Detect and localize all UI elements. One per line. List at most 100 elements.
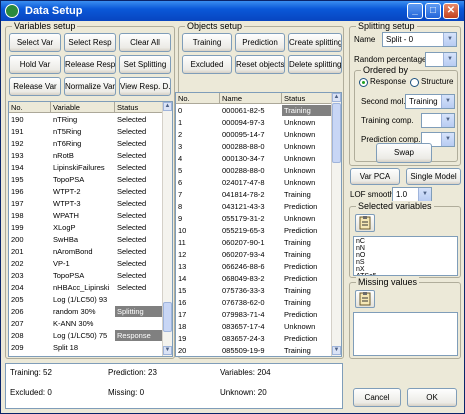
clear-all-button[interactable]: Clear All [119,33,171,52]
minimize-button[interactable]: _ [407,3,423,19]
prediction-button[interactable]: Prediction [235,33,285,52]
list-item[interactable]: nX [356,266,365,273]
table-row[interactable]: 6 024017-47-8 Unknown [176,177,333,188]
radio-structure-label[interactable]: Structure [421,77,453,87]
table-row[interactable]: 3 000288-88-0 Unknown [176,141,333,152]
column-header-status[interactable]: Status [115,102,164,113]
ok-button[interactable]: OK [407,388,457,407]
column-header-no[interactable]: No. [176,93,220,104]
list-item[interactable]: nO [356,252,365,259]
scroll-down-arrow-icon[interactable]: ▼ [163,346,172,355]
table-row[interactable]: 12 060207-93-4 Training [176,249,333,260]
table-row[interactable]: 204 nHBAcc_Lipinski Selected [9,282,164,293]
view-resp-d-button[interactable]: View Resp. D. [119,77,171,96]
title-bar[interactable]: Data Setup _ □ ✕ [1,1,464,21]
table-row[interactable]: 192 nT6Ring Selected [9,138,164,149]
table-row[interactable]: 202 VP-1 Selected [9,258,164,269]
second-mol-select[interactable]: Training ▼ [405,94,455,109]
table-row[interactable]: 20 085509-19-9 Training [176,345,333,356]
scroll-down-arrow-icon[interactable]: ▼ [332,346,341,355]
training-button[interactable]: Training [182,33,232,52]
table-row[interactable]: 194 LipinskiFailures Selected [9,162,164,173]
release-resp-button[interactable]: Release Resp [64,55,116,74]
selected-variables-list[interactable]: nCnNnOnSnXATSc5 [353,236,458,276]
chevron-down-icon[interactable]: ▼ [441,133,454,146]
table-row[interactable]: 9 055179-31-2 Unknown [176,213,333,224]
reset-objects-button[interactable]: Reset objects [235,55,285,74]
cancel-button[interactable]: Cancel [353,388,401,407]
table-row[interactable]: 190 nTRing Selected [9,114,164,125]
table-row[interactable]: 196 WTPT-2 Selected [9,186,164,197]
table-row[interactable]: 201 nAromBond Selected [9,246,164,257]
table-row[interactable]: 207 K-ANN 30% [9,318,164,329]
chevron-down-icon[interactable]: ▼ [443,53,456,66]
radio-structure[interactable] [410,78,419,87]
missing-values-action-button[interactable] [355,290,375,308]
table-row[interactable]: 15 075736-33-3 Training [176,285,333,296]
scroll-up-arrow-icon[interactable]: ▲ [163,102,172,111]
table-row[interactable]: 203 TopoPSA Selected [9,270,164,281]
table-row[interactable]: 16 076738-62-0 Training [176,297,333,308]
radio-response-label[interactable]: Response [370,77,406,87]
table-row[interactable]: 197 WTPT-3 Selected [9,198,164,209]
delete-splitting-button[interactable]: Delete splitting [288,55,342,74]
scroll-thumb[interactable] [163,302,172,332]
table-row[interactable]: 0 000061-82-5 Training [176,105,333,116]
table-row[interactable]: 10 055219-65-3 Prediction [176,225,333,236]
objects-scrollbar[interactable]: ▲ ▼ [331,93,341,356]
missing-values-list[interactable] [353,312,458,356]
random-percentage-select[interactable]: ▼ [425,52,457,67]
radio-response[interactable] [359,78,368,87]
scroll-thumb[interactable] [332,103,341,163]
table-row[interactable]: 17 079983-71-4 Prediction [176,309,333,320]
chevron-down-icon[interactable]: ▼ [443,33,456,46]
column-header-name[interactable]: Name [220,93,282,104]
list-item[interactable]: ATSc5 [356,273,377,275]
list-item[interactable]: nC [356,238,365,245]
swap-button[interactable]: Swap [376,143,432,163]
list-item[interactable]: nN [356,245,365,252]
table-row[interactable]: 7 041814-78-2 Training [176,189,333,200]
column-header-status[interactable]: Status [282,93,333,104]
table-row[interactable]: 195 TopoPSA Selected [9,174,164,185]
selected-variables-action-button[interactable] [355,214,375,232]
variables-table[interactable]: No. Variable Status 190 nTRing Selected 191… [8,101,173,357]
single-model-button[interactable]: Single Model [406,168,461,185]
table-row[interactable]: 199 XLogP Selected [9,222,164,233]
split-name-select[interactable]: Split - 0 ▼ [382,32,457,47]
table-row[interactable]: 14 068049-83-2 Prediction [176,273,333,284]
normalize-var-button[interactable]: Normalize Var [64,77,116,96]
table-row[interactable]: 193 nRotB Selected [9,150,164,161]
table-row[interactable]: 8 043121-43-3 Prediction [176,201,333,212]
var-pca-button[interactable]: Var PCA [350,168,400,185]
scroll-up-arrow-icon[interactable]: ▲ [332,93,341,102]
table-row[interactable]: 206 random 30% Splitting [9,306,164,317]
table-row[interactable]: 11 060207-90-1 Training [176,237,333,248]
chevron-down-icon[interactable]: ▼ [441,114,454,127]
table-row[interactable]: 200 SwHBa Selected [9,234,164,245]
select-resp-button[interactable]: Select Resp [64,33,116,52]
lof-smooth-select[interactable]: 1.0 ▼ [392,187,432,202]
hold-var-button[interactable]: Hold Var [9,55,61,74]
column-header-variable[interactable]: Variable [51,102,115,113]
chevron-down-icon[interactable]: ▼ [418,188,431,201]
variables-scrollbar[interactable]: ▲ ▼ [162,102,172,356]
training-comp-select[interactable]: ▼ [421,113,455,128]
table-row[interactable]: 5 000288-88-0 Unknown [176,165,333,176]
table-row[interactable]: 205 Log (1/LC50) 93 [9,294,164,305]
create-splitting-button[interactable]: Create splitting [288,33,342,52]
table-row[interactable]: 13 066246-88-6 Prediction [176,261,333,272]
table-row[interactable]: 198 WPATH Selected [9,210,164,221]
table-row[interactable]: 191 nT5Ring Selected [9,126,164,137]
set-splitting-button[interactable]: Set Splitting [119,55,171,74]
table-row[interactable]: 4 000130-34-7 Unknown [176,153,333,164]
table-row[interactable]: 18 083657-17-4 Unknown [176,321,333,332]
release-var-button[interactable]: Release Var [9,77,61,96]
table-row[interactable]: 1 000094-97-3 Unknown [176,117,333,128]
column-header-no[interactable]: No. [9,102,51,113]
table-row[interactable]: 209 Split 18 [9,342,164,353]
excluded-button[interactable]: Excluded [182,55,232,74]
table-row[interactable]: 2 000095-14-7 Unknown [176,129,333,140]
table-row[interactable]: 208 Log (1/LC50) 75 Response [9,330,164,341]
table-row[interactable]: 19 083657-24-3 Prediction [176,333,333,344]
